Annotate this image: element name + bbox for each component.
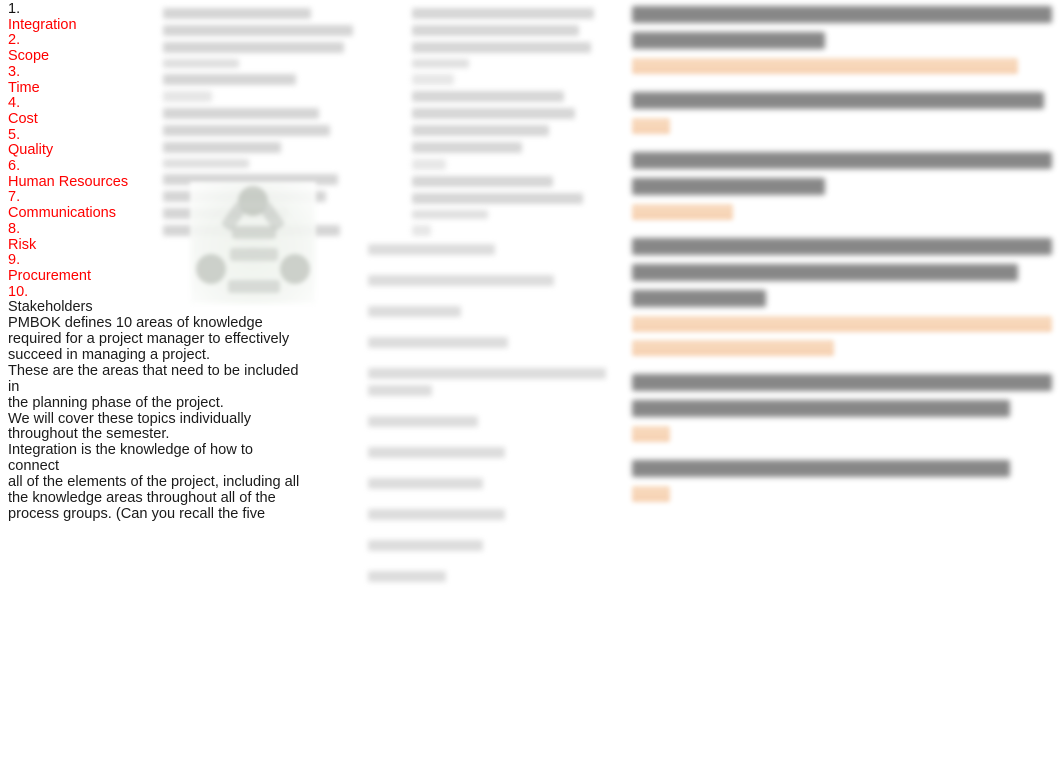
question-block	[632, 238, 1052, 356]
answer-highlight-line	[632, 204, 733, 220]
blurred-text-line	[368, 337, 508, 348]
blurred-list-block	[368, 244, 613, 602]
blurred-text-line	[368, 244, 496, 255]
list-item	[368, 306, 613, 317]
blurred-text-line	[412, 142, 523, 153]
list-item-number: 6.	[8, 158, 21, 175]
question-text-line	[632, 178, 826, 195]
list-item-number: 5.	[8, 126, 21, 143]
paragraph-semester-coverage: We will cover these topics individually …	[8, 410, 252, 443]
question-text-line	[632, 152, 1052, 169]
question-text-line	[632, 374, 1052, 391]
list-item	[368, 540, 613, 551]
blurred-text-line	[163, 42, 344, 53]
blurred-text-line	[368, 478, 484, 489]
blurred-text-line	[412, 159, 447, 170]
list-item	[368, 571, 613, 582]
question-text-line	[632, 400, 1010, 417]
blurred-text-block-second-column	[412, 8, 602, 242]
question-block	[632, 6, 1052, 74]
paragraph-integration: Integration is the knowledge of how to c…	[8, 442, 300, 522]
blurred-text-line	[412, 225, 431, 236]
blurred-text-line	[163, 25, 353, 36]
blurred-text-line	[368, 571, 447, 582]
question-text-line	[632, 264, 1019, 281]
paragraph-planning-phase: These are the areas that need to be incl…	[8, 362, 299, 411]
answer-highlight-line	[632, 58, 1019, 74]
list-item-number: 4.	[8, 95, 21, 112]
diagram-label-bar-3	[228, 280, 280, 293]
paragraph-pmbok-definition: PMBOK defines 10 areas of knowledge requ…	[8, 315, 290, 363]
triangle-diagram	[190, 182, 316, 304]
blurred-text-line	[163, 108, 319, 119]
blurred-text-line	[368, 509, 506, 520]
diagram-node-right	[280, 254, 310, 284]
blurred-text-line	[368, 385, 432, 396]
answer-highlight-line	[632, 316, 1052, 332]
list-item-number: 7.	[8, 189, 21, 206]
blurred-text-line	[368, 447, 506, 458]
list-item	[368, 275, 613, 286]
question-text-line	[632, 92, 1044, 109]
blurred-text-line	[412, 176, 553, 187]
blurred-text-line	[368, 306, 462, 317]
answer-highlight-line	[632, 118, 670, 134]
question-text-line	[632, 238, 1052, 255]
list-item	[368, 478, 613, 489]
list-item-number: 10.	[8, 283, 29, 300]
question-block	[632, 374, 1052, 442]
blurred-text-line	[368, 416, 479, 427]
blurred-text-line	[368, 368, 606, 379]
blurred-text-line	[412, 59, 469, 68]
question-text-line	[632, 32, 826, 49]
blurred-text-line	[163, 74, 296, 85]
blurred-text-line	[163, 59, 239, 68]
diagram-node-left	[196, 254, 226, 284]
question-block	[632, 152, 1052, 220]
question-text-line	[632, 460, 1010, 477]
list-item	[368, 509, 613, 520]
list-item	[368, 337, 613, 348]
list-item-number: 1.	[8, 1, 21, 17]
answer-highlight-line	[632, 426, 670, 442]
question-block	[632, 92, 1052, 134]
list-item	[368, 447, 613, 458]
blurred-text-line	[412, 74, 454, 85]
blurred-text-line	[412, 42, 591, 53]
list-item-number: 2.	[8, 32, 21, 49]
blurred-text-line	[412, 8, 595, 19]
list-item	[368, 416, 613, 427]
blurred-text-line	[412, 125, 549, 136]
blurred-text-line	[368, 275, 555, 286]
blurred-text-line	[163, 142, 281, 153]
diagram-label-bar-1	[232, 226, 276, 239]
blurred-text-line	[163, 125, 331, 136]
question-answer-column	[632, 6, 1052, 520]
list-item	[368, 368, 613, 396]
blurred-text-line	[412, 91, 564, 102]
blurred-text-line	[368, 540, 484, 551]
blurred-text-line	[412, 193, 583, 204]
question-block	[632, 460, 1052, 502]
list-item-number: 3.	[8, 63, 21, 80]
list-item	[368, 244, 613, 255]
list-item-number: 9.	[8, 252, 21, 269]
answer-highlight-line	[632, 340, 834, 356]
blurred-text-line	[163, 91, 213, 102]
blurred-text-line	[163, 159, 249, 168]
list-item-number: 8.	[8, 220, 21, 237]
blurred-text-line	[412, 210, 488, 219]
diagram-label-bar-2	[230, 248, 278, 261]
question-text-line	[632, 6, 1052, 23]
blurred-text-line	[412, 108, 576, 119]
blurred-text-line	[412, 25, 580, 36]
question-text-line	[632, 290, 767, 307]
blurred-text-line	[163, 8, 312, 19]
answer-highlight-line	[632, 486, 670, 502]
